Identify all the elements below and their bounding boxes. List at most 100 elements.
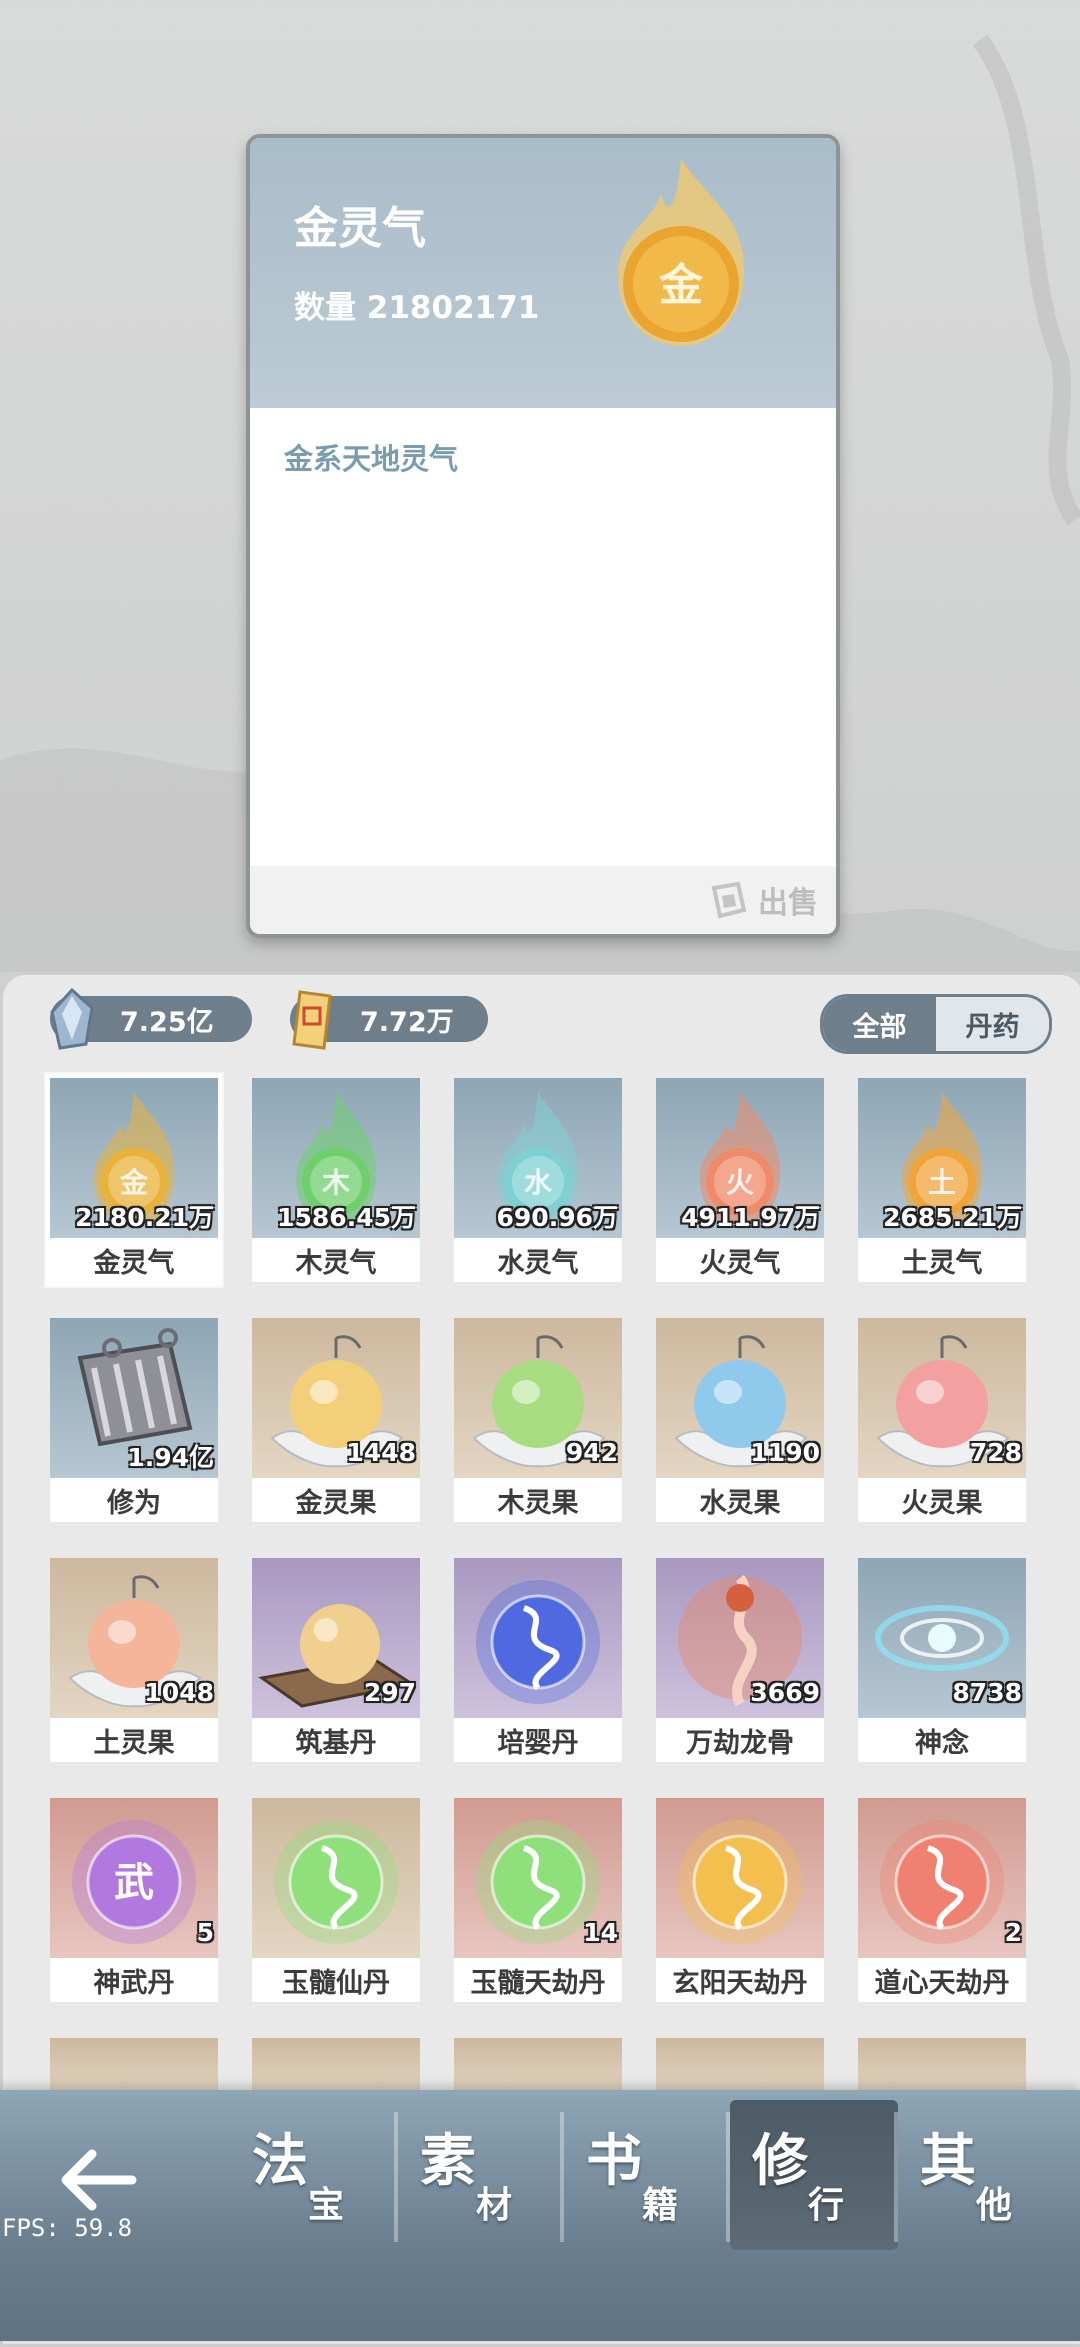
item-count: 2 [1004, 1918, 1022, 1947]
item-cell[interactable]: 培婴丹 [454, 1558, 622, 1762]
detail-icon-glyph: 金 [658, 260, 704, 311]
item-cell[interactable]: 玄阳天劫丹 [656, 1798, 824, 2002]
nav-tab-subchar: 他 [976, 2185, 1013, 2226]
item-name: 神念 [858, 1718, 1026, 1762]
item-count: 728 [969, 1438, 1022, 1467]
item-cell[interactable]: 水 690.96万 水灵气 [454, 1078, 622, 1282]
item-cell[interactable]: 木 1586.45万 木灵气 [252, 1078, 420, 1282]
item-name: 玉髓仙丹 [252, 1958, 420, 2002]
back-arrow-icon[interactable] [54, 2140, 144, 2220]
item-image [858, 1798, 1026, 1958]
item-cell[interactable]: 玉髓仙丹 [252, 1798, 420, 2002]
talisman-balance: 7.72万 [290, 990, 488, 1050]
nav-tab-char: 书 [586, 2129, 642, 2194]
qi-glyph: 金 [119, 1166, 149, 1199]
item-cell[interactable]: 297 筑基丹 [252, 1558, 420, 1762]
item-name: 培婴丹 [454, 1718, 622, 1762]
item-cell[interactable]: 2 道心天劫丹 [858, 1798, 1026, 2002]
detail-footer: 出售 [250, 866, 836, 934]
nav-tab[interactable]: 修行 [730, 2100, 898, 2250]
item-cell[interactable]: 1448 金灵果 [252, 1318, 420, 1522]
item-count: 4911.97万 [681, 1203, 820, 1232]
nav-tab-subchar: 籍 [642, 2185, 679, 2226]
item-name: 金灵气 [50, 1238, 218, 1282]
item-count: 3669 [750, 1678, 820, 1707]
nav-tab-subchar: 材 [476, 2185, 513, 2226]
qi-glyph: 木 [321, 1166, 350, 1199]
item-name: 水灵气 [454, 1238, 622, 1282]
nav-separator [726, 2112, 730, 2242]
item-name: 火灵气 [656, 1238, 824, 1282]
item-cell[interactable]: 火 4911.97万 火灵气 [656, 1078, 824, 1282]
spirit-stone-icon [50, 987, 94, 1050]
detail-quantity: 数量 21802171 [294, 290, 540, 326]
item-grid: 金 2180.21万 金灵气 木 1586.45万 木灵气 水 690.96万 水灵气 火 4… [46, 1074, 1030, 2078]
nav-tab[interactable]: 素材 [398, 2100, 566, 2250]
sell-icon [711, 881, 747, 919]
nav-tab-subchar: 宝 [308, 2185, 345, 2226]
nav-separator [394, 2112, 398, 2242]
item-cell[interactable]: 土 2685.21万 土灵气 [858, 1078, 1026, 1282]
item-image [252, 1798, 420, 1958]
item-cell[interactable]: 1.94亿 修为 [50, 1318, 218, 1522]
nav-tab[interactable]: 书籍 [564, 2100, 732, 2250]
item-count: 5 [196, 1918, 214, 1947]
fps-counter: FPS: 59.8 [2, 2214, 133, 2242]
nav-tab-char: 其 [920, 2129, 976, 2194]
item-name: 神武丹 [50, 1958, 218, 2002]
detail-title: 金灵气 [294, 203, 426, 254]
item-cell[interactable]: 1048 土灵果 [50, 1558, 218, 1762]
item-count: 1190 [750, 1438, 820, 1467]
category-filter: 全部 丹药 [820, 994, 1052, 1054]
item-cell[interactable]: 8738 神念 [858, 1558, 1026, 1762]
pill-orb-icon [274, 1820, 398, 1944]
pill-orb-icon [880, 1820, 1004, 1944]
nav-tab-subchar: 行 [808, 2185, 845, 2226]
nav-tab-char: 法 [252, 2129, 308, 2194]
item-image [454, 1558, 622, 1718]
item-name: 土灵果 [50, 1718, 218, 1762]
item-count: 2685.21万 [883, 1203, 1022, 1232]
item-name: 道心天劫丹 [858, 1958, 1026, 2002]
nav-tab[interactable]: 其他 [898, 2100, 1066, 2250]
item-cell-partial [858, 2038, 1026, 2098]
item-name: 火灵果 [858, 1478, 1026, 1522]
nav-separator [560, 2112, 564, 2242]
item-count: 1448 [346, 1438, 416, 1467]
item-cell-partial [252, 2038, 420, 2098]
talisman-icon [292, 990, 332, 1050]
item-cell[interactable]: 942 木灵果 [454, 1318, 622, 1522]
item-name: 万劫龙骨 [656, 1718, 824, 1762]
item-cell[interactable]: 1190 水灵果 [656, 1318, 824, 1522]
item-name: 金灵果 [252, 1478, 420, 1522]
metal-qi-icon: 金 [618, 158, 745, 346]
item-cell-partial [656, 2038, 824, 2098]
talisman-value: 7.72万 [360, 1006, 454, 1038]
nav-tab-char: 修 [752, 2129, 808, 2194]
item-count: 297 [363, 1678, 416, 1707]
pill-glyph: 武 [114, 1860, 154, 1906]
spirit-stone-value: 7.25亿 [120, 1006, 214, 1038]
nav-tab[interactable]: 法宝 [230, 2100, 398, 2250]
item-cell[interactable]: 金 2180.21万金灵气 [46, 1074, 222, 1286]
filter-all-tab[interactable]: 全部 [823, 997, 936, 1051]
item-cell[interactable]: 14 玉髓天劫丹 [454, 1798, 622, 2002]
item-name: 玉髓天劫丹 [454, 1958, 622, 2002]
item-count: 8738 [952, 1678, 1022, 1707]
pill-orb-icon [476, 1580, 600, 1704]
sell-button[interactable]: 出售 [708, 876, 818, 924]
item-count: 942 [565, 1438, 618, 1467]
item-cell[interactable]: 武 5 神武丹 [50, 1798, 218, 2002]
filter-pill-tab[interactable]: 丹药 [936, 997, 1049, 1051]
item-image: 武 [50, 1798, 218, 1958]
nav-tab-char: 素 [420, 2129, 476, 2194]
pill-orb-icon: 武 [72, 1820, 196, 1944]
item-name: 木灵果 [454, 1478, 622, 1522]
item-cell[interactable]: 3669 万劫龙骨 [656, 1558, 824, 1762]
nav-separator [894, 2112, 898, 2242]
item-count: 2180.21万 [75, 1203, 214, 1232]
item-cell-partial [454, 2038, 622, 2098]
item-cell[interactable]: 728 火灵果 [858, 1318, 1026, 1522]
spirit-stone-balance: 7.25亿 [50, 987, 252, 1050]
item-name: 水灵果 [656, 1478, 824, 1522]
